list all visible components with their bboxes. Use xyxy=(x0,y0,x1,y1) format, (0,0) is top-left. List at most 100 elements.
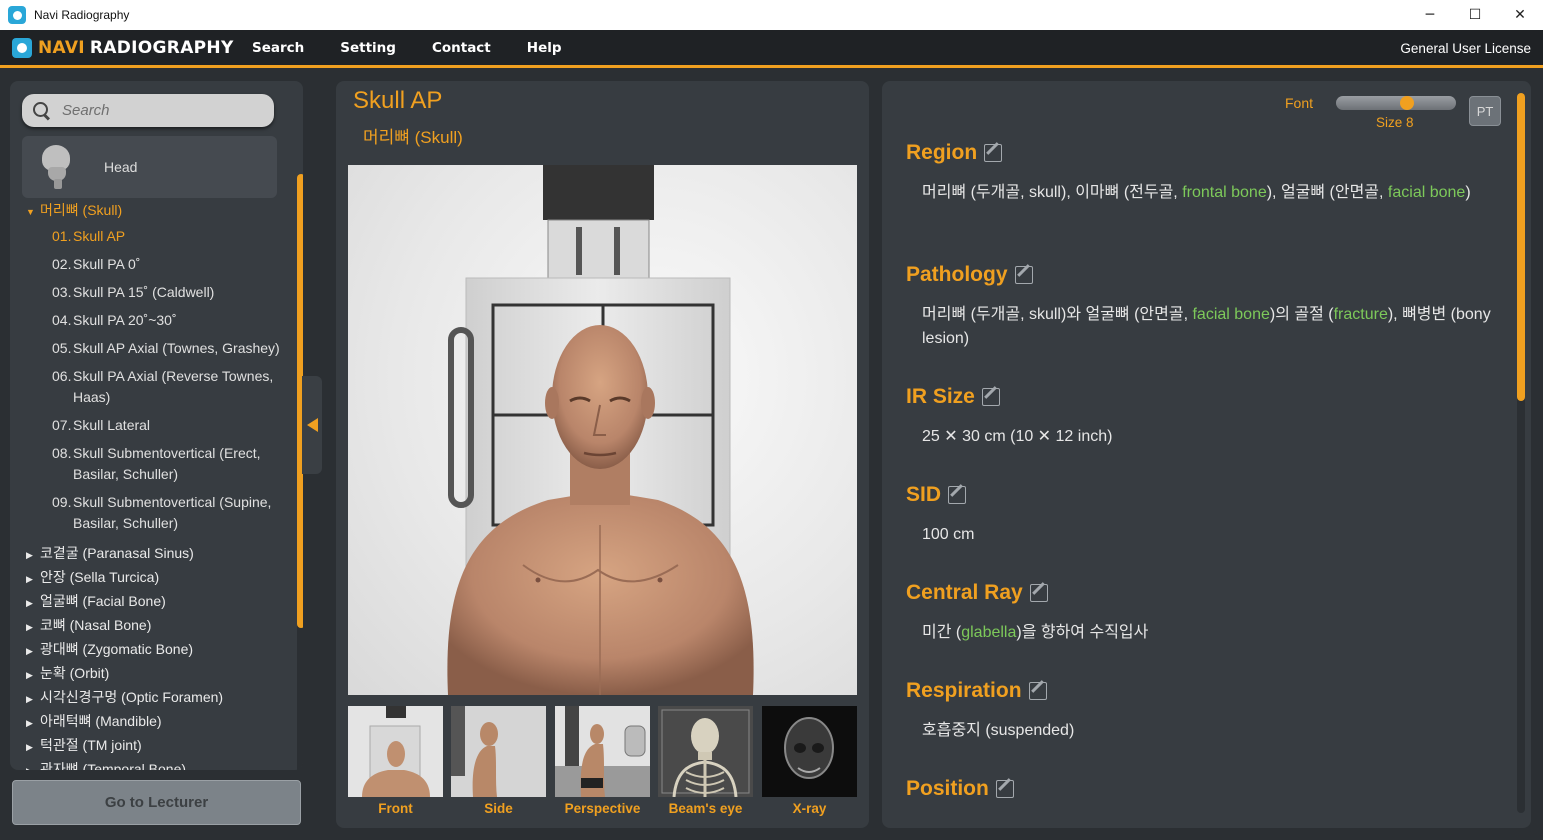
edit-icon[interactable] xyxy=(1029,584,1048,602)
thumbnail-beams-eye[interactable]: Beam's eye xyxy=(658,706,753,821)
close-button[interactable]: ✕ xyxy=(1497,0,1543,30)
brand-name-radiography: RADIOGRAPHY xyxy=(89,37,234,58)
procedure-item-skull-smv-erect[interactable]: 08. Skull Submentovertical (Erect, Basila… xyxy=(26,443,288,485)
category-paranasal-sinus[interactable]: ▶ 코곁굴 (Paranasal Sinus) xyxy=(26,541,288,565)
procedure-item-skull-smv-supine[interactable]: 09. Skull Submentovertical (Supine, Basil… xyxy=(26,492,288,534)
ir-size-section: IR Size 25 ✕ 30 cm (10 ✕ 12 inch) xyxy=(906,383,1506,449)
details-panel: Font Size 8 PT Region 머리뼈 (두개골, skull), … xyxy=(882,81,1531,828)
procedure-item-skull-pa-0[interactable]: 02. Skull PA 0˚ xyxy=(26,254,288,275)
item-label: Skull Submentovertical (Supine, Basilar,… xyxy=(73,494,272,531)
category-label: 광대뼈 (Zygomatic Bone) xyxy=(40,641,194,657)
text-segment: ) xyxy=(1465,184,1471,201)
item-number: 07. xyxy=(52,417,72,433)
item-number: 05. xyxy=(52,340,72,356)
thumbnail-front[interactable]: Front xyxy=(348,706,443,821)
thumbnail-caption: Beam's eye xyxy=(668,801,743,816)
pathology-text: 머리뼈 (두개골, skull)와 얼굴뼈 (안면골, facial bone)… xyxy=(922,303,1506,351)
category-mandible[interactable]: ▶ 아래턱뼈 (Mandible) xyxy=(26,709,288,733)
collapsed-arrow-icon: ▶ xyxy=(26,670,33,680)
category-label: 안장 (Sella Turcica) xyxy=(40,569,160,585)
term-link[interactable]: facial bone xyxy=(1388,184,1465,201)
thumbnail-side[interactable]: Side xyxy=(451,706,546,821)
category-label: 아래턱뼈 (Mandible) xyxy=(40,713,162,729)
respiration-section: Respiration 호흡중지 (suspended) xyxy=(906,677,1506,743)
text-segment: 미간 ( xyxy=(922,624,962,641)
category-optic-foramen[interactable]: ▶ 시각신경구멍 (Optic Foramen) xyxy=(26,685,288,709)
edit-icon[interactable] xyxy=(984,144,1003,162)
respiration-text: 호흡중지 (suspended) xyxy=(922,722,1075,739)
sid-title: SID xyxy=(906,483,942,506)
search-icon xyxy=(32,101,52,121)
procedure-item-skull-pa-15[interactable]: 03. Skull PA 15˚ (Caldwell) xyxy=(26,282,288,303)
central-ray-section: Central Ray 미간 (glabella)을 향하여 수직입사 xyxy=(906,579,1506,645)
viewer-panel: Skull AP 머리뼈 (Skull) Front Side Perspect… xyxy=(336,81,869,828)
menu-contact[interactable]: Contact xyxy=(432,40,491,56)
term-link[interactable]: fracture xyxy=(1334,306,1388,323)
patient-front-view-image[interactable] xyxy=(348,165,857,695)
menu-setting[interactable]: Setting xyxy=(340,40,396,56)
term-link[interactable]: glabella xyxy=(961,624,1016,641)
thumbnail-xray[interactable]: X-ray xyxy=(762,706,857,821)
category-nasal-bone[interactable]: ▶ 코뼈 (Nasal Bone) xyxy=(26,613,288,637)
front-view-thumbnail-image xyxy=(348,706,443,797)
edit-icon[interactable] xyxy=(995,780,1014,798)
ir-size-title: IR Size xyxy=(906,385,975,408)
item-label: Skull Lateral xyxy=(73,417,151,433)
position-section: Position xyxy=(906,775,1506,803)
category-orbit[interactable]: ▶ 눈확 (Orbit) xyxy=(26,661,288,685)
category-skull[interactable]: ▼ 머리뼈 (Skull) xyxy=(26,199,288,221)
text-segment: )을 향하여 수직입사 xyxy=(1016,624,1149,641)
xray-view-thumbnail-image xyxy=(762,706,857,797)
skull-icon xyxy=(40,145,72,189)
thumbnail-caption: Side xyxy=(484,801,513,816)
category-zygomatic-bone[interactable]: ▶ 광대뼈 (Zygomatic Bone) xyxy=(26,637,288,661)
edit-icon[interactable] xyxy=(981,388,1000,406)
procedure-item-skull-ap[interactable]: 01. Skull AP xyxy=(26,226,288,247)
term-link[interactable]: frontal bone xyxy=(1182,184,1267,201)
details-scrollbar[interactable] xyxy=(1517,93,1525,813)
item-number: 04. xyxy=(52,312,72,328)
position-title: Position xyxy=(906,777,989,800)
procedure-item-skull-pa-20-30[interactable]: 04. Skull PA 20˚~30˚ xyxy=(26,310,288,331)
edit-icon[interactable] xyxy=(1028,682,1047,700)
category-label: 시각신경구멍 (Optic Foramen) xyxy=(40,689,224,705)
category-facial-bone[interactable]: ▶ 얼굴뼈 (Facial Bone) xyxy=(26,589,288,613)
procedure-item-skull-ap-axial[interactable]: 05. Skull AP Axial (Townes, Grashey) xyxy=(26,338,288,359)
menu-search[interactable]: Search xyxy=(252,40,304,56)
sidebar: Head ▼머리뼈 (Skull) 01.Skull AP 02.Skull P… xyxy=(10,81,303,770)
logo-icon xyxy=(12,37,32,58)
font-size-slider[interactable] xyxy=(1336,96,1456,110)
category-label: 얼굴뼈 (Facial Bone) xyxy=(40,593,166,609)
maximize-button[interactable]: ☐ xyxy=(1452,0,1498,30)
details-scroll-thumb[interactable] xyxy=(1517,93,1525,401)
region-text: 머리뼈 (두개골, skull), 이마뼈 (전두골, frontal bone… xyxy=(922,181,1506,205)
item-label: Skull AP xyxy=(73,228,126,244)
region-label: Head xyxy=(104,159,138,175)
term-link[interactable]: facial bone xyxy=(1192,306,1269,323)
category-temporal-bone[interactable]: ▶관자뼈 (Temporal Bone) xyxy=(26,757,288,770)
search-input[interactable] xyxy=(62,102,262,119)
thumbnail-perspective[interactable]: Perspective xyxy=(555,706,650,821)
text-segment: ), 얼굴뼈 (안면골, xyxy=(1266,184,1388,201)
menu-help[interactable]: Help xyxy=(527,40,562,56)
collapse-arrow-icon xyxy=(306,418,318,432)
go-to-lecturer-button[interactable]: Go to Lecturer xyxy=(12,780,301,825)
region-head-button[interactable]: Head xyxy=(22,136,277,198)
font-size-slider-knob[interactable] xyxy=(1400,96,1414,110)
search-box[interactable] xyxy=(22,94,274,127)
view-thumbnails: Front Side Perspective Beam's eye X-ray xyxy=(348,706,857,821)
procedure-item-skull-lateral[interactable]: 07. Skull Lateral xyxy=(26,415,288,436)
category-sella-turcica[interactable]: ▶ 안장 (Sella Turcica) xyxy=(26,565,288,589)
collapse-sidebar-button[interactable] xyxy=(302,376,322,474)
app-icon xyxy=(8,6,26,24)
region-section: Region 머리뼈 (두개골, skull), 이마뼈 (전두골, front… xyxy=(906,139,1506,205)
side-view-thumbnail-image xyxy=(451,706,546,797)
item-number: 01. xyxy=(52,228,72,244)
item-label: Skull AP Axial (Townes, Grashey) xyxy=(73,340,280,356)
pt-button[interactable]: PT xyxy=(1469,96,1501,126)
procedure-item-skull-pa-axial[interactable]: 06. Skull PA Axial (Reverse Townes, Haas) xyxy=(26,366,288,408)
edit-icon[interactable] xyxy=(948,486,967,504)
minimize-button[interactable]: ─ xyxy=(1407,0,1453,30)
edit-icon[interactable] xyxy=(1014,266,1033,284)
category-tm-joint[interactable]: ▶ 턱관절 (TM joint) xyxy=(26,733,288,757)
